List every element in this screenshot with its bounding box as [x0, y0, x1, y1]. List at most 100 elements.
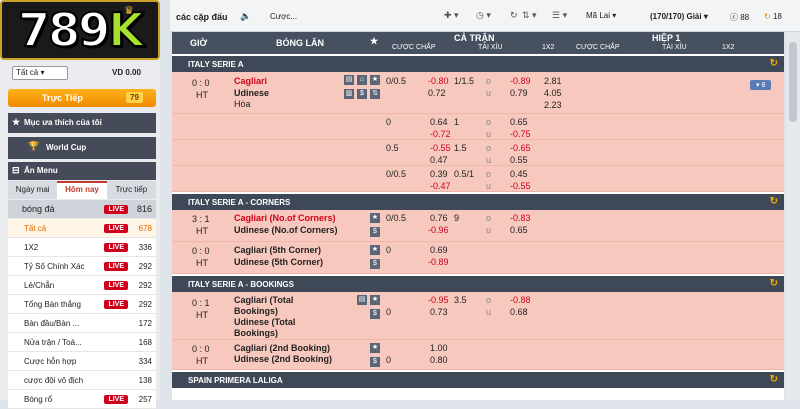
list-icon[interactable]: ☰ ▾ [552, 10, 567, 21]
menu-item-count: 336 [138, 242, 152, 252]
bet-icon[interactable]: $ [370, 227, 380, 237]
menu-item[interactable]: cược đội vô địch 138 [8, 371, 156, 390]
cell: 0 [386, 245, 392, 255]
menu-item[interactable]: 1X2 LIVE 336 [8, 238, 156, 257]
tab-today[interactable]: Hôm nay [57, 181, 107, 199]
menu-item-label: Tỷ Số Chính Xác [24, 261, 85, 271]
league-header[interactable]: ITALY SERIE A - BOOKINGS ↻ [172, 276, 784, 292]
filter-select[interactable]: Tất cả ▾ [12, 66, 68, 80]
expand-icon[interactable]: ✚ ▾ [444, 10, 459, 21]
cell: 0.64 [430, 117, 448, 127]
menu-item-count: 816 [136, 204, 152, 214]
live-label: Trực Tiếp [42, 93, 83, 103]
cell: 0.47 [430, 155, 448, 165]
scrollbar[interactable] [786, 32, 800, 400]
favorite-icon[interactable]: ★ [370, 245, 380, 255]
under-label: u [486, 181, 492, 191]
refresh-icon[interactable]: ↻ [770, 196, 778, 207]
star-icon[interactable]: ★ [370, 36, 378, 47]
hide-menu-button[interactable]: ⊟ Ẩn Menu [8, 162, 156, 180]
menu-item-label: 1X2 [24, 242, 39, 252]
clock-icon[interactable]: ◷ ▾ [476, 10, 491, 21]
home-team: Cagliari [234, 76, 268, 86]
brand-logo[interactable]: 789K [0, 0, 160, 60]
refresh-icon[interactable]: ↻ [770, 278, 778, 289]
stats-icon[interactable]: ▤ [344, 75, 354, 85]
bet-icon[interactable]: $ [370, 259, 380, 269]
odds-line-row: 0/0.5 0.39 -0.47 0.5/1 o u 0.45 -0.55 [172, 166, 784, 192]
parlay-icon[interactable]: ⇅ [370, 89, 380, 99]
live-count: 79 [126, 92, 143, 103]
live-badge: LIVE [104, 223, 128, 233]
favorites-button[interactable]: ★ Mục ưa thích của tôi [8, 113, 156, 133]
away-team-cont: Bookings) [234, 328, 278, 338]
menu-item[interactable]: bóng đá LIVE 816 [8, 200, 156, 219]
favorite-icon[interactable]: ★ [370, 75, 380, 85]
live-badge: LIVE [104, 280, 128, 290]
cell: -0.89 [428, 257, 449, 267]
bet-icon[interactable]: $ [370, 309, 380, 319]
menu-item[interactable]: Tỷ Số Chính Xác LIVE 292 [8, 257, 156, 276]
live-button[interactable]: Trực Tiếp 79 [8, 89, 156, 107]
home-team: Cagliari (2nd Booking) [234, 343, 331, 353]
cell: -0.80 [428, 76, 449, 86]
tab-tomorrow[interactable]: Ngày mai [8, 181, 57, 199]
favorite-icon[interactable]: ★ [370, 343, 380, 353]
more-bets-button[interactable]: ▾ 8 [750, 80, 772, 90]
menu-item[interactable]: Lẻ/Chẵn LIVE 292 [8, 276, 156, 295]
menu-item[interactable]: Bàn đầu/Bàn ... 172 [8, 314, 156, 333]
league-header[interactable]: ITALY SERIE A ↻ [172, 56, 784, 72]
refresh-icon[interactable]: ↻ [510, 10, 518, 21]
league-header[interactable]: ITALY SERIE A - CORNERS ↻ [172, 194, 784, 210]
refresh-counter[interactable]: ↻ 18 [764, 12, 782, 21]
speaker-icon[interactable]: 🔈 [240, 11, 251, 22]
match-row: 0 : 0 HT Cagliari (2nd Booking) Udinese (2n… [172, 340, 784, 370]
cell: 0.73 [430, 307, 448, 317]
bet-icon[interactable]: $ [357, 89, 367, 99]
field-icon[interactable]: ⌂ [357, 75, 367, 85]
trophy-icon: 🏆 [28, 141, 40, 151]
cell: 0.65 [510, 117, 528, 127]
menu-item[interactable]: Nửa trận / Toà... 168 [8, 333, 156, 352]
cell: HT [196, 90, 208, 100]
odds-type-select[interactable]: Mã Lai ▾ [586, 11, 616, 20]
cell: 0.79 [510, 88, 528, 98]
cell: 0 : 1 [192, 298, 210, 308]
sub-over-under: TÀI XỈU [478, 44, 503, 51]
menu-item-count: 292 [138, 299, 152, 309]
menu-item[interactable]: Cược hỗn hợp 334 [8, 352, 156, 371]
stats-icon[interactable]: ▤ [357, 295, 367, 305]
star-icon: ★ [12, 117, 21, 127]
menu-item[interactable]: Tất cả LIVE 678 [8, 219, 156, 238]
live-badge: LIVE [104, 299, 128, 309]
league-header[interactable]: SPAIN PRIMERA LALIGA ↻ [172, 372, 784, 388]
menu-item-count: 334 [138, 356, 152, 366]
home-team: Cagliari (No.of Corners) [234, 213, 336, 223]
under-label: u [486, 225, 492, 235]
favorite-icon[interactable]: ★ [370, 295, 380, 305]
refresh-icon[interactable]: ↻ [770, 58, 778, 69]
cell: 0 [386, 307, 392, 317]
chart-icon[interactable]: ▥ [344, 89, 354, 99]
cell: -0.65 [510, 143, 531, 153]
live-badge: LIVE [104, 394, 128, 404]
menu-item-label: Tổng Bàn thắng [24, 299, 81, 309]
search-input[interactable]: Cược... [270, 12, 297, 21]
menu-item-label: Cược hỗn hợp [24, 356, 77, 366]
collapse-icon: ⊟ [12, 165, 20, 175]
world-cup-button[interactable]: 🏆 World Cup [8, 137, 156, 159]
refresh-icon[interactable]: ↻ [770, 374, 778, 385]
sort-icon[interactable]: ⇅ ▾ [522, 10, 537, 21]
cell: -0.95 [428, 295, 449, 305]
bet-icon[interactable]: $ [370, 357, 380, 367]
tab-live[interactable]: Trực tiếp [107, 181, 156, 199]
cell: -0.75 [510, 129, 531, 139]
favorite-icon[interactable]: ★ [370, 213, 380, 223]
over-label: o [486, 295, 492, 305]
league-count[interactable]: (170/170) Giải ▾ [650, 12, 708, 21]
home-team: Cagliari (5th Corner) [234, 245, 322, 255]
sport-menu: bóng đá LIVE 816 Tất cả LIVE 678 1X2 LIVE 336 Tỷ … [8, 200, 156, 409]
menu-item[interactable]: Tổng Bàn thắng LIVE 292 [8, 295, 156, 314]
coins-counter[interactable]: ⓒ 88 [730, 12, 749, 23]
cell: 2.81 [544, 76, 562, 86]
